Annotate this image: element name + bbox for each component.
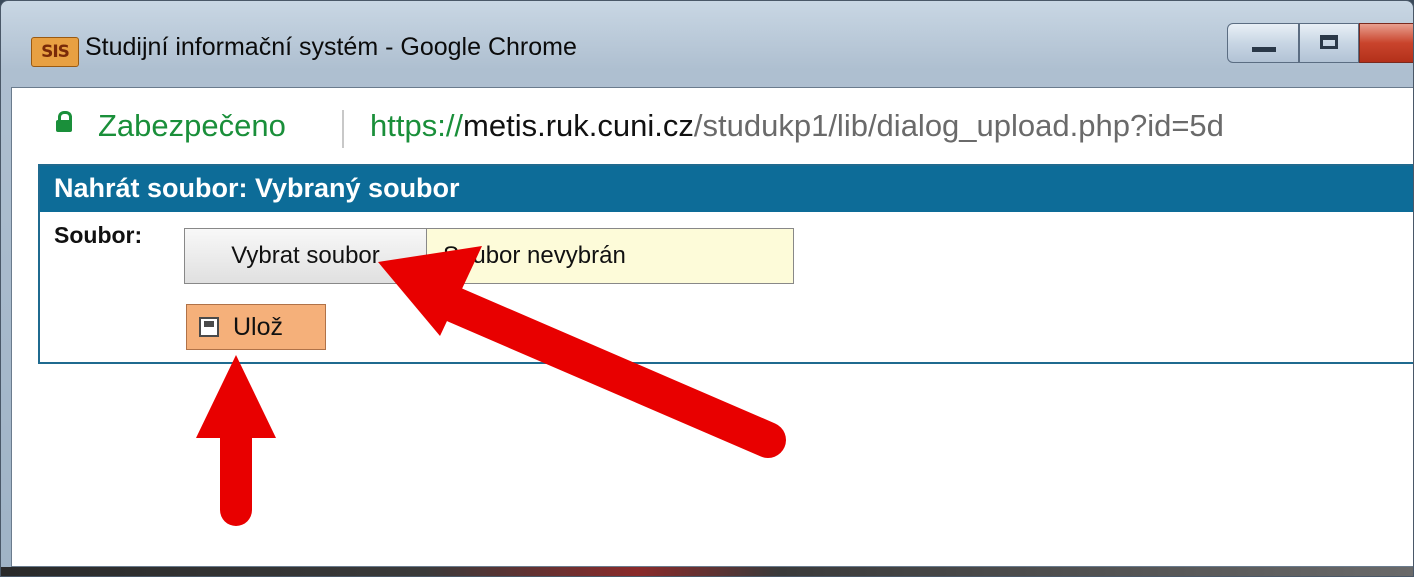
url-text[interactable]: https://metis.ruk.cuni.cz/studukp1/lib/d… bbox=[370, 108, 1224, 144]
title-bar[interactable]: SIS Studijní informační systém - Google … bbox=[1, 1, 1413, 87]
file-input[interactable]: Vybrat soubor Soubor nevybrán bbox=[184, 228, 794, 284]
save-button-label: Ulož bbox=[233, 312, 284, 341]
file-field-label: Soubor: bbox=[54, 222, 143, 248]
maximize-icon bbox=[1320, 35, 1338, 49]
dialog-header: Nahrát soubor: Vybraný soubor bbox=[40, 166, 1413, 212]
file-status-text: Soubor nevybrán bbox=[443, 242, 626, 269]
floppy-disk-icon bbox=[199, 317, 219, 337]
browser-window: SIS Studijní informační systém - Google … bbox=[0, 0, 1414, 577]
url-scheme: https:// bbox=[370, 108, 464, 143]
browser-client-area: Zabezpečeno https://metis.ruk.cuni.cz/st… bbox=[11, 87, 1413, 567]
url-path: /studukp1/lib/dialog_upload.php?id=5d bbox=[693, 108, 1224, 143]
url-host: metis.ruk.cuni.cz bbox=[463, 108, 694, 143]
close-button[interactable] bbox=[1359, 23, 1413, 63]
sis-app-icon: SIS bbox=[31, 37, 79, 67]
choose-file-button[interactable]: Vybrat soubor bbox=[185, 229, 427, 283]
lock-icon bbox=[56, 111, 72, 132]
minimize-button[interactable] bbox=[1227, 23, 1299, 63]
minimize-icon bbox=[1252, 47, 1276, 52]
upload-dialog: Nahrát soubor: Vybraný soubor Soubor: Vy… bbox=[38, 164, 1413, 364]
page-content: Nahrát soubor: Vybraný soubor Soubor: Vy… bbox=[32, 164, 1413, 564]
address-bar[interactable]: Zabezpečeno https://metis.ruk.cuni.cz/st… bbox=[12, 88, 1413, 164]
maximize-button[interactable] bbox=[1299, 23, 1359, 63]
secure-label: Zabezpečeno bbox=[98, 108, 286, 143]
save-button[interactable]: Ulož bbox=[186, 304, 326, 350]
url-separator bbox=[342, 110, 344, 148]
taskbar-strip bbox=[1, 567, 1413, 576]
window-title: Studijní informační systém - Google Chro… bbox=[85, 33, 577, 61]
